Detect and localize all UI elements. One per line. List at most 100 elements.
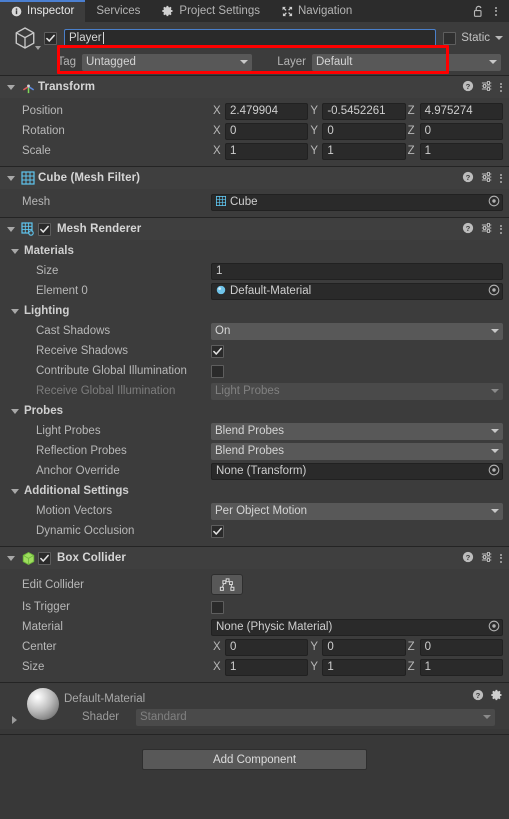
tab-services[interactable]: Services [85,0,151,22]
foldout-toggle[interactable] [4,84,18,90]
foldout-toggle[interactable] [6,248,24,254]
material-foldout-toggle[interactable] [6,688,22,728]
kebab-menu-icon[interactable] [488,2,504,20]
layer-value: Default [316,56,353,68]
property-label: Light Probes [36,425,101,437]
is-trigger-checkbox[interactable] [211,600,224,614]
tab-navigation[interactable]: Navigation [271,0,363,22]
kebab-menu-icon[interactable] [500,82,502,92]
static-checkbox[interactable] [443,31,457,45]
physic-material-object-field[interactable]: None (Physic Material) [211,618,503,636]
foldout-toggle[interactable] [4,175,18,181]
size-x-input[interactable]: 1 [225,658,309,676]
materials-size-input[interactable]: 1 [211,262,503,280]
kebab-menu-icon[interactable] [500,553,502,563]
help-icon[interactable]: ? [462,551,474,566]
mesh-object-field[interactable]: Cube [211,193,503,211]
foldout-toggle[interactable] [4,226,18,232]
component-body: Mesh Cube [0,189,509,217]
section-title: Lighting [24,305,70,317]
property-row-reflection-probes: Reflection Probes Blend Probes [6,441,503,461]
chevron-down-icon [491,429,499,433]
axis-label-z: Z [407,145,415,157]
material-object-field[interactable]: Default-Material [211,282,503,300]
cast-shadows-dropdown[interactable]: On [211,322,503,340]
preset-icon[interactable] [481,171,493,186]
object-picker-icon[interactable] [488,620,500,635]
anchor-override-object-field[interactable]: None (Transform) [211,462,503,480]
property-label: Material [22,621,63,633]
contribute-global-illumination-checkbox[interactable] [211,364,224,378]
motion-vectors-dropdown[interactable]: Per Object Motion [211,502,503,520]
section-lighting[interactable]: Lighting [6,301,503,321]
position-z-input[interactable]: 4.975274 [419,102,503,120]
add-component-button[interactable]: Add Component [142,749,367,770]
section-additional-settings[interactable]: Additional Settings [6,481,503,501]
material-value: Default-Material [230,285,312,297]
edit-collider-button[interactable] [211,574,243,595]
object-picker-icon[interactable] [488,284,500,299]
property-label: Edit Collider [22,578,84,591]
tab-project-settings[interactable]: Project Settings [151,0,271,22]
center-z-input[interactable]: 0 [419,638,503,656]
gear-icon[interactable] [491,689,503,704]
object-picker-icon[interactable] [488,195,500,210]
component-header-icons: ? [462,171,505,186]
section-materials[interactable]: Materials [6,241,503,261]
tab-inspector[interactable]: Inspector [0,0,86,22]
shader-dropdown[interactable]: Standard [136,708,495,726]
position-x-input[interactable]: 2.479904 [225,102,309,120]
component-header[interactable]: Transform ? [0,76,509,98]
component-header[interactable]: Mesh Renderer ? [0,218,509,240]
center-y-input[interactable]: 0 [322,638,406,656]
component-enabled-checkbox[interactable] [38,551,51,565]
center-x-input[interactable]: 0 [225,638,309,656]
foldout-toggle[interactable] [6,308,24,314]
reflection-probes-dropdown[interactable]: Blend Probes [211,442,503,460]
kebab-menu-icon[interactable] [500,173,502,183]
component-header[interactable]: Box Collider ? [0,547,509,569]
component-header-icons: ? [462,222,505,237]
component-enabled-checkbox[interactable] [38,222,51,236]
rotation-x-input[interactable]: 0 [225,122,309,140]
axis-label-z: Z [407,125,415,137]
property-row-center: Center X0 Y0 Z0 [6,637,503,657]
size-z-input[interactable]: 1 [419,658,503,676]
gameobject-name-input[interactable]: Player [64,28,437,48]
receive-shadows-checkbox[interactable] [211,344,224,358]
cube-dropdown-triangle[interactable] [35,46,41,50]
property-label: Motion Vectors [36,505,113,517]
property-row-light-probes: Light Probes Blend Probes [6,421,503,441]
foldout-toggle[interactable] [4,555,18,561]
foldout-toggle[interactable] [6,408,24,414]
position-y-input[interactable]: -0.5452261 [322,102,406,120]
help-icon[interactable]: ? [472,689,484,704]
gameobject-enabled-checkbox[interactable] [44,31,57,45]
layer-dropdown[interactable]: Default [312,53,501,71]
help-icon[interactable]: ? [462,80,474,95]
preset-icon[interactable] [481,551,493,566]
preset-icon[interactable] [481,222,493,237]
kebab-menu-icon[interactable] [500,224,502,234]
help-icon[interactable]: ? [462,222,474,237]
component-box-collider: Box Collider ? Edit Collider Is Trigger [0,546,509,682]
tag-dropdown[interactable]: Untagged [82,53,252,71]
preset-icon[interactable] [481,80,493,95]
dynamic-occlusion-checkbox[interactable] [211,524,224,538]
help-icon[interactable]: ? [462,171,474,186]
scale-x-input[interactable]: 1 [225,142,309,160]
scale-z-input[interactable]: 1 [419,142,503,160]
rotation-y-input[interactable]: 0 [322,122,406,140]
rotation-z-input[interactable]: 0 [419,122,503,140]
section-probes[interactable]: Probes [6,401,503,421]
chevron-down-icon [491,329,499,333]
scale-y-input[interactable]: 1 [322,142,406,160]
object-picker-icon[interactable] [488,464,500,479]
property-label: Dynamic Occlusion [36,525,135,537]
component-header[interactable]: Cube (Mesh Filter) ? [0,167,509,189]
foldout-toggle[interactable] [6,488,24,494]
light-probes-dropdown[interactable]: Blend Probes [211,422,503,440]
lock-open-icon[interactable] [470,2,486,20]
size-y-input[interactable]: 1 [322,658,406,676]
chevron-down-icon[interactable] [495,36,503,40]
